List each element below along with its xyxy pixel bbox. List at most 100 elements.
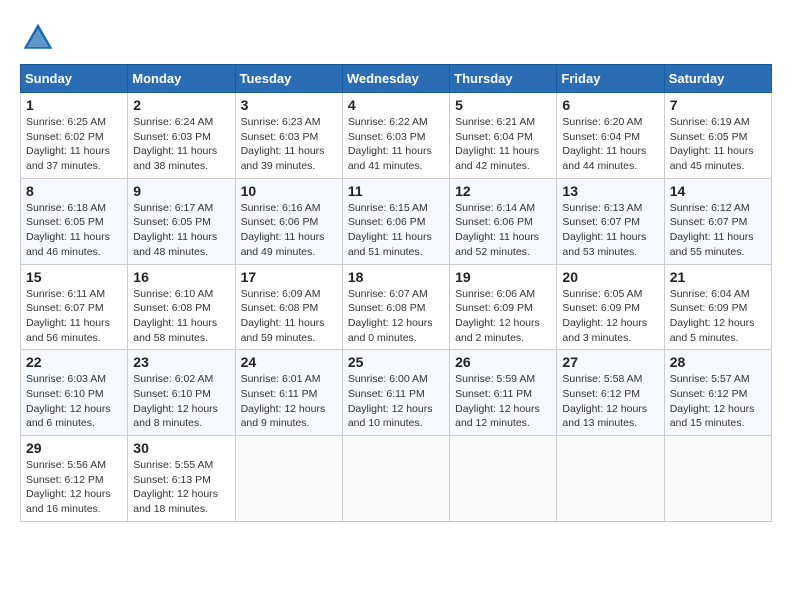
day-info: Sunrise: 6:23 AM Sunset: 6:03 PM Dayligh… bbox=[241, 115, 337, 174]
day-number: 13 bbox=[562, 183, 658, 199]
calendar-day-cell: 16 Sunrise: 6:10 AM Sunset: 6:08 PM Dayl… bbox=[128, 264, 235, 350]
calendar-day-cell: 13 Sunrise: 6:13 AM Sunset: 6:07 PM Dayl… bbox=[557, 178, 664, 264]
day-info: Sunrise: 6:16 AM Sunset: 6:06 PM Dayligh… bbox=[241, 201, 337, 260]
day-info: Sunrise: 6:06 AM Sunset: 6:09 PM Dayligh… bbox=[455, 287, 551, 346]
calendar-week-row: 1 Sunrise: 6:25 AM Sunset: 6:02 PM Dayli… bbox=[21, 93, 772, 179]
day-info: Sunrise: 6:01 AM Sunset: 6:11 PM Dayligh… bbox=[241, 372, 337, 431]
calendar-day-cell: 27 Sunrise: 5:58 AM Sunset: 6:12 PM Dayl… bbox=[557, 350, 664, 436]
day-number: 14 bbox=[670, 183, 766, 199]
day-info: Sunrise: 6:10 AM Sunset: 6:08 PM Dayligh… bbox=[133, 287, 229, 346]
calendar-day-cell: 10 Sunrise: 6:16 AM Sunset: 6:06 PM Dayl… bbox=[235, 178, 342, 264]
day-info: Sunrise: 6:12 AM Sunset: 6:07 PM Dayligh… bbox=[670, 201, 766, 260]
calendar-day-cell: 21 Sunrise: 6:04 AM Sunset: 6:09 PM Dayl… bbox=[664, 264, 771, 350]
day-number: 1 bbox=[26, 97, 122, 113]
day-info: Sunrise: 6:13 AM Sunset: 6:07 PM Dayligh… bbox=[562, 201, 658, 260]
weekday-header: Sunday bbox=[21, 65, 128, 93]
calendar-day-cell: 1 Sunrise: 6:25 AM Sunset: 6:02 PM Dayli… bbox=[21, 93, 128, 179]
day-number: 9 bbox=[133, 183, 229, 199]
day-number: 21 bbox=[670, 269, 766, 285]
day-number: 18 bbox=[348, 269, 444, 285]
day-number: 28 bbox=[670, 354, 766, 370]
calendar-day-cell: 26 Sunrise: 5:59 AM Sunset: 6:11 PM Dayl… bbox=[450, 350, 557, 436]
calendar-day-cell: 9 Sunrise: 6:17 AM Sunset: 6:05 PM Dayli… bbox=[128, 178, 235, 264]
day-info: Sunrise: 6:00 AM Sunset: 6:11 PM Dayligh… bbox=[348, 372, 444, 431]
calendar-day-cell: 24 Sunrise: 6:01 AM Sunset: 6:11 PM Dayl… bbox=[235, 350, 342, 436]
day-number: 4 bbox=[348, 97, 444, 113]
calendar-day-cell: 25 Sunrise: 6:00 AM Sunset: 6:11 PM Dayl… bbox=[342, 350, 449, 436]
calendar-day-cell bbox=[664, 436, 771, 522]
day-number: 12 bbox=[455, 183, 551, 199]
calendar-day-cell bbox=[342, 436, 449, 522]
calendar-header-row: SundayMondayTuesdayWednesdayThursdayFrid… bbox=[21, 65, 772, 93]
calendar-day-cell: 4 Sunrise: 6:22 AM Sunset: 6:03 PM Dayli… bbox=[342, 93, 449, 179]
calendar-table: SundayMondayTuesdayWednesdayThursdayFrid… bbox=[20, 64, 772, 522]
calendar-week-row: 15 Sunrise: 6:11 AM Sunset: 6:07 PM Dayl… bbox=[21, 264, 772, 350]
calendar-day-cell: 15 Sunrise: 6:11 AM Sunset: 6:07 PM Dayl… bbox=[21, 264, 128, 350]
calendar-day-cell: 17 Sunrise: 6:09 AM Sunset: 6:08 PM Dayl… bbox=[235, 264, 342, 350]
day-number: 7 bbox=[670, 97, 766, 113]
calendar-day-cell: 20 Sunrise: 6:05 AM Sunset: 6:09 PM Dayl… bbox=[557, 264, 664, 350]
day-info: Sunrise: 5:58 AM Sunset: 6:12 PM Dayligh… bbox=[562, 372, 658, 431]
day-info: Sunrise: 6:05 AM Sunset: 6:09 PM Dayligh… bbox=[562, 287, 658, 346]
day-number: 11 bbox=[348, 183, 444, 199]
day-info: Sunrise: 5:57 AM Sunset: 6:12 PM Dayligh… bbox=[670, 372, 766, 431]
calendar-week-row: 29 Sunrise: 5:56 AM Sunset: 6:12 PM Dayl… bbox=[21, 436, 772, 522]
weekday-header: Tuesday bbox=[235, 65, 342, 93]
day-info: Sunrise: 5:59 AM Sunset: 6:11 PM Dayligh… bbox=[455, 372, 551, 431]
calendar-week-row: 22 Sunrise: 6:03 AM Sunset: 6:10 PM Dayl… bbox=[21, 350, 772, 436]
day-number: 2 bbox=[133, 97, 229, 113]
day-number: 19 bbox=[455, 269, 551, 285]
day-number: 23 bbox=[133, 354, 229, 370]
day-number: 16 bbox=[133, 269, 229, 285]
day-info: Sunrise: 6:14 AM Sunset: 6:06 PM Dayligh… bbox=[455, 201, 551, 260]
weekday-header: Wednesday bbox=[342, 65, 449, 93]
day-number: 22 bbox=[26, 354, 122, 370]
calendar-day-cell: 2 Sunrise: 6:24 AM Sunset: 6:03 PM Dayli… bbox=[128, 93, 235, 179]
day-info: Sunrise: 6:15 AM Sunset: 6:06 PM Dayligh… bbox=[348, 201, 444, 260]
day-info: Sunrise: 6:18 AM Sunset: 6:05 PM Dayligh… bbox=[26, 201, 122, 260]
day-number: 29 bbox=[26, 440, 122, 456]
day-info: Sunrise: 6:04 AM Sunset: 6:09 PM Dayligh… bbox=[670, 287, 766, 346]
calendar-day-cell: 19 Sunrise: 6:06 AM Sunset: 6:09 PM Dayl… bbox=[450, 264, 557, 350]
calendar-day-cell: 6 Sunrise: 6:20 AM Sunset: 6:04 PM Dayli… bbox=[557, 93, 664, 179]
day-info: Sunrise: 6:02 AM Sunset: 6:10 PM Dayligh… bbox=[133, 372, 229, 431]
day-info: Sunrise: 6:17 AM Sunset: 6:05 PM Dayligh… bbox=[133, 201, 229, 260]
calendar-day-cell: 23 Sunrise: 6:02 AM Sunset: 6:10 PM Dayl… bbox=[128, 350, 235, 436]
calendar-day-cell: 12 Sunrise: 6:14 AM Sunset: 6:06 PM Dayl… bbox=[450, 178, 557, 264]
calendar-day-cell: 29 Sunrise: 5:56 AM Sunset: 6:12 PM Dayl… bbox=[21, 436, 128, 522]
day-number: 6 bbox=[562, 97, 658, 113]
weekday-header: Monday bbox=[128, 65, 235, 93]
day-info: Sunrise: 6:21 AM Sunset: 6:04 PM Dayligh… bbox=[455, 115, 551, 174]
day-number: 26 bbox=[455, 354, 551, 370]
calendar-day-cell bbox=[450, 436, 557, 522]
day-info: Sunrise: 6:20 AM Sunset: 6:04 PM Dayligh… bbox=[562, 115, 658, 174]
day-number: 27 bbox=[562, 354, 658, 370]
day-info: Sunrise: 6:25 AM Sunset: 6:02 PM Dayligh… bbox=[26, 115, 122, 174]
calendar-day-cell: 28 Sunrise: 5:57 AM Sunset: 6:12 PM Dayl… bbox=[664, 350, 771, 436]
day-number: 30 bbox=[133, 440, 229, 456]
day-number: 24 bbox=[241, 354, 337, 370]
calendar-day-cell: 7 Sunrise: 6:19 AM Sunset: 6:05 PM Dayli… bbox=[664, 93, 771, 179]
day-info: Sunrise: 6:07 AM Sunset: 6:08 PM Dayligh… bbox=[348, 287, 444, 346]
day-number: 25 bbox=[348, 354, 444, 370]
calendar-week-row: 8 Sunrise: 6:18 AM Sunset: 6:05 PM Dayli… bbox=[21, 178, 772, 264]
day-info: Sunrise: 6:11 AM Sunset: 6:07 PM Dayligh… bbox=[26, 287, 122, 346]
day-number: 20 bbox=[562, 269, 658, 285]
day-number: 17 bbox=[241, 269, 337, 285]
day-number: 10 bbox=[241, 183, 337, 199]
day-info: Sunrise: 5:55 AM Sunset: 6:13 PM Dayligh… bbox=[133, 458, 229, 517]
calendar-day-cell bbox=[557, 436, 664, 522]
calendar-day-cell: 18 Sunrise: 6:07 AM Sunset: 6:08 PM Dayl… bbox=[342, 264, 449, 350]
logo-icon bbox=[20, 20, 56, 56]
calendar-day-cell: 30 Sunrise: 5:55 AM Sunset: 6:13 PM Dayl… bbox=[128, 436, 235, 522]
calendar-day-cell: 3 Sunrise: 6:23 AM Sunset: 6:03 PM Dayli… bbox=[235, 93, 342, 179]
day-info: Sunrise: 6:24 AM Sunset: 6:03 PM Dayligh… bbox=[133, 115, 229, 174]
day-info: Sunrise: 5:56 AM Sunset: 6:12 PM Dayligh… bbox=[26, 458, 122, 517]
weekday-header: Friday bbox=[557, 65, 664, 93]
day-info: Sunrise: 6:19 AM Sunset: 6:05 PM Dayligh… bbox=[670, 115, 766, 174]
weekday-header: Thursday bbox=[450, 65, 557, 93]
calendar-day-cell bbox=[235, 436, 342, 522]
day-info: Sunrise: 6:09 AM Sunset: 6:08 PM Dayligh… bbox=[241, 287, 337, 346]
calendar-day-cell: 22 Sunrise: 6:03 AM Sunset: 6:10 PM Dayl… bbox=[21, 350, 128, 436]
calendar-day-cell: 14 Sunrise: 6:12 AM Sunset: 6:07 PM Dayl… bbox=[664, 178, 771, 264]
